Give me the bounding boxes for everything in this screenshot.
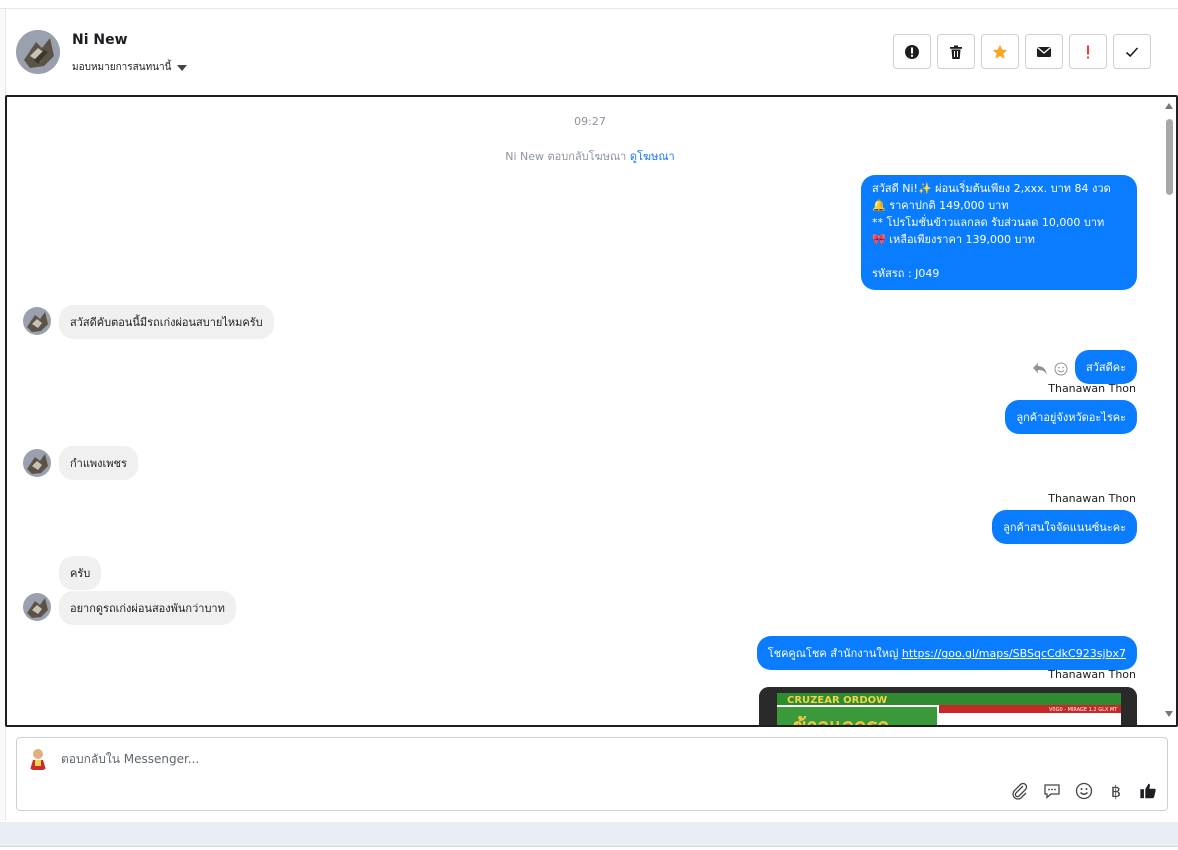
view-ad-link[interactable]: ดูโฆษณา <box>630 150 675 163</box>
scroll-thumb[interactable] <box>1166 119 1173 195</box>
like-button[interactable] <box>1139 782 1157 800</box>
incoming-message: สวัสดีคับตอนนี้มีรถเก่งผ่อนสบายไหมครับ <box>59 305 274 339</box>
chat-scrollbar[interactable] <box>1162 97 1176 725</box>
contact-name: Ni New <box>72 32 128 48</box>
exclamation-icon <box>1087 45 1089 58</box>
mark-unread-button[interactable] <box>1025 34 1063 69</box>
image-subtext: V0G0 - MIRAGE 1.2 GLX MT <box>1049 707 1118 713</box>
image-banner-text: ข้าวแลกรถ <box>793 714 889 727</box>
paperclip-icon <box>1012 782 1028 800</box>
image-attachment[interactable]: CRUZEAR ORDOW V0G0 - MIRAGE 1.2 GLX MT ข… <box>759 687 1137 727</box>
composer-tools: ฿ <box>1011 781 1157 801</box>
emoji-button[interactable] <box>1075 782 1093 800</box>
outgoing-message: ลูกค้าสนใจจัดแนนซ์นะคะ <box>992 510 1137 544</box>
contact-avatar-small <box>23 307 51 335</box>
star-icon <box>992 44 1008 59</box>
image-heading-text: CRUZEAR ORDOW <box>787 695 887 706</box>
message-text: โชคคูณโชค สำนักงานใหญ่ <box>767 647 902 660</box>
assign-conversation-dropdown[interactable]: มอบหมายการสนทนานี้ <box>72 60 188 75</box>
react-emoji-icon[interactable] <box>1054 362 1068 376</box>
contact-avatar[interactable] <box>16 30 60 74</box>
mail-icon <box>1037 46 1051 57</box>
page-avatar <box>25 745 51 771</box>
trash-icon <box>950 45 962 59</box>
baht-icon: ฿ <box>1110 781 1122 801</box>
star-button[interactable] <box>981 34 1019 69</box>
chevron-down-icon <box>177 64 188 71</box>
assign-label: มอบหมายการสนทนานี้ <box>72 62 172 73</box>
incoming-message: กำแพงเพชร <box>59 446 138 480</box>
scroll-up-arrow[interactable] <box>1165 103 1173 109</box>
ad-reply-note: Ni New ตอบกลับโฆษณา ดูโฆษณา <box>7 147 1173 165</box>
attach-button[interactable] <box>1011 782 1029 800</box>
bottom-status-band <box>0 822 1178 846</box>
incoming-message: ครับ <box>59 556 102 590</box>
sender-name: Thanawan Thon <box>1048 492 1136 505</box>
mark-spam-button[interactable] <box>893 34 931 69</box>
sender-name: Thanawan Thon <box>1048 668 1136 681</box>
conversation-actions <box>893 34 1151 69</box>
message-composer: ฿ <box>16 737 1168 811</box>
follow-up-button[interactable] <box>1069 34 1107 69</box>
maps-link[interactable]: https://goo.gl/maps/SBSqcCdkC923sjbx7 <box>902 647 1126 660</box>
outgoing-message: ลูกค้าอยู่จังหวัดอะไรคะ <box>1005 400 1137 434</box>
message-timestamp: 09:27 <box>574 115 606 128</box>
top-divider <box>0 8 1178 9</box>
alert-circle-icon <box>905 44 919 59</box>
delete-button[interactable] <box>937 34 975 69</box>
emoji-icon <box>1075 782 1093 800</box>
outgoing-message: สวัสดีคะ <box>1074 350 1137 384</box>
contact-avatar-small <box>23 593 51 621</box>
mark-done-button[interactable] <box>1113 34 1151 69</box>
reply-icon[interactable] <box>1032 362 1048 376</box>
payment-button[interactable]: ฿ <box>1107 781 1125 801</box>
message-hover-actions <box>1032 362 1068 376</box>
saved-reply-icon <box>1044 784 1060 799</box>
ad-reply-text: Ni New ตอบกลับโฆษณา <box>505 150 627 163</box>
reply-input[interactable] <box>61 752 661 766</box>
outgoing-message-with-link: โชคคูณโชค สำนักงานใหญ่ https://goo.gl/ma… <box>756 636 1137 670</box>
contact-avatar-small <box>23 449 51 477</box>
thumbs-up-icon <box>1140 783 1156 799</box>
saved-replies-button[interactable] <box>1043 782 1061 800</box>
sender-name: Thanawan Thon <box>1048 382 1136 395</box>
message-thread[interactable]: 09:27 Ni New ตอบกลับโฆษณา ดูโฆษณา สวัสดี… <box>5 95 1178 727</box>
ad-message-bubble: สวัสดี Ni!✨ ผ่อนเริ่มต้นเพียง 2,xxx. บาท… <box>861 175 1137 290</box>
bottom-divider <box>0 846 1178 847</box>
incoming-message: อยากดูรถเก่งผ่อนสองพันกว่าบาท <box>59 591 236 625</box>
check-icon <box>1125 46 1139 57</box>
scroll-down-arrow[interactable] <box>1165 711 1173 717</box>
conversation-header: Ni New มอบหมายการสนทนานี้ <box>8 10 1176 94</box>
